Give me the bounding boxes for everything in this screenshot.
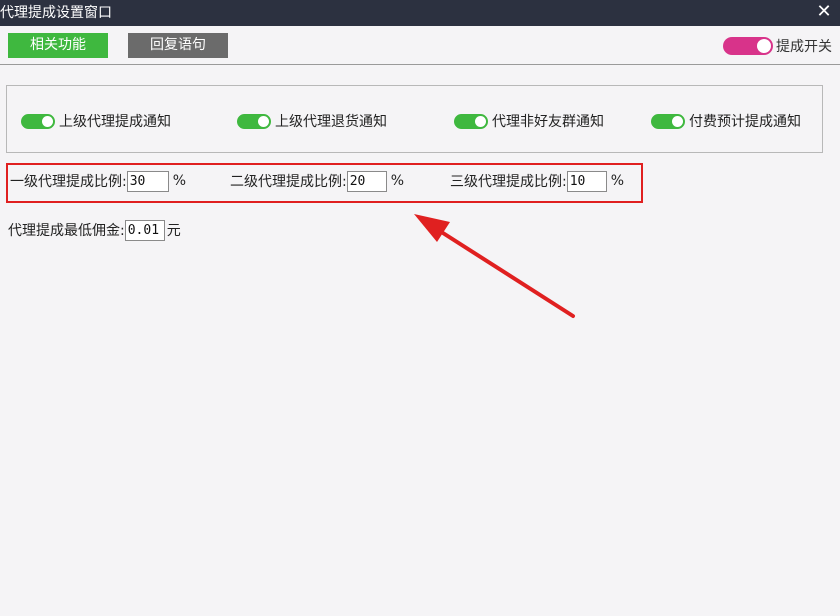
notification-settings-panel: 上级代理提成通知 上级代理退货通知 代理非好友群通知 付费预计提成通知	[6, 85, 823, 153]
level1-ratio-label: 一级代理提成比例:	[10, 174, 127, 190]
level2-ratio-row: 二级代理提成比例: %	[230, 170, 404, 192]
level3-ratio-row: 三级代理提成比例: %	[450, 170, 624, 192]
toolbar: 相关功能 回复语句 提成开关	[0, 26, 840, 65]
yuan-unit: 元	[166, 223, 181, 239]
min-commission-row: 代理提成最低佣金: 元	[8, 219, 181, 241]
toggle-switch-icon[interactable]	[454, 113, 488, 129]
min-commission-label: 代理提成最低佣金:	[8, 223, 125, 239]
toggle-label: 上级代理退货通知	[275, 114, 387, 130]
toggle-switch-icon[interactable]	[237, 113, 271, 129]
level2-ratio-label: 二级代理提成比例:	[230, 174, 347, 190]
title-bar: 代理提成设置窗口 ✕	[0, 0, 840, 26]
reply-phrases-button[interactable]: 回复语句	[128, 33, 228, 58]
level1-ratio-input[interactable]	[126, 170, 169, 192]
toggle-label: 代理非好友群通知	[492, 114, 604, 130]
related-functions-button[interactable]: 相关功能	[8, 33, 108, 58]
commission-switch-label: 提成开关	[776, 39, 832, 55]
window-title: 代理提成设置窗口	[0, 5, 112, 21]
level1-ratio-row: 一级代理提成比例: %	[10, 170, 186, 192]
toggle-upper-agent-commission-notice[interactable]: 上级代理提成通知	[21, 112, 171, 130]
percent-unit: %	[172, 173, 187, 189]
percent-unit: %	[390, 173, 405, 189]
min-commission-input[interactable]	[124, 219, 165, 241]
percent-unit: %	[610, 173, 625, 189]
toggle-switch-icon[interactable]	[723, 37, 773, 55]
toggle-paid-estimated-commission-notice[interactable]: 付费预计提成通知	[651, 112, 801, 130]
close-icon[interactable]: ✕	[814, 1, 834, 23]
commission-master-switch[interactable]: 提成开关	[723, 36, 832, 56]
toggle-label: 付费预计提成通知	[689, 114, 801, 130]
level2-ratio-input[interactable]	[346, 170, 387, 192]
toggle-switch-icon[interactable]	[21, 113, 55, 129]
toggle-label: 上级代理提成通知	[59, 114, 171, 130]
toggle-agent-non-friend-group-notice[interactable]: 代理非好友群通知	[454, 112, 604, 130]
toggle-switch-icon[interactable]	[651, 113, 685, 129]
level3-ratio-input[interactable]	[566, 170, 607, 192]
toggle-upper-agent-return-notice[interactable]: 上级代理退货通知	[237, 112, 387, 130]
level3-ratio-label: 三级代理提成比例:	[450, 174, 567, 190]
